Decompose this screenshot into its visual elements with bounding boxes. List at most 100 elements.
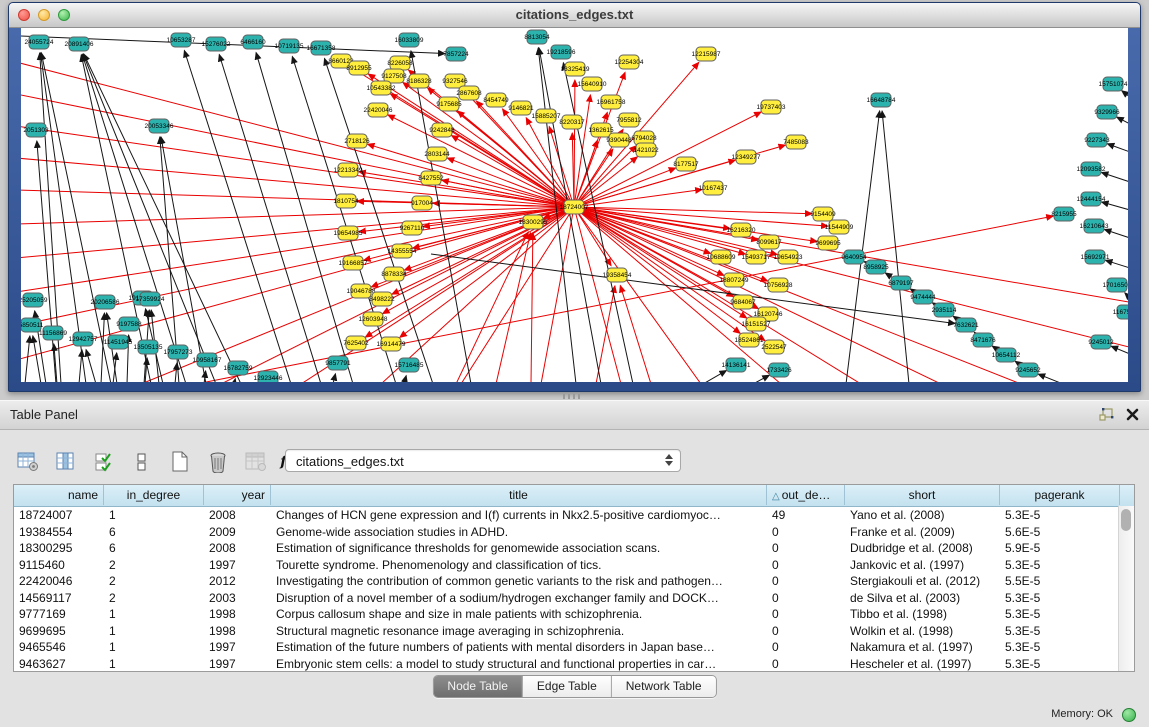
graph-edge[interactable] — [21, 94, 574, 207]
graph-node[interactable]: 19737403 — [757, 100, 786, 114]
column-header-year[interactable]: year — [204, 485, 271, 505]
graph-edge[interactable] — [620, 286, 651, 382]
graph-edge[interactable] — [21, 207, 574, 224]
graph-node[interactable]: 1810754 — [333, 194, 359, 208]
graph-node[interactable]: 1733426 — [766, 363, 792, 377]
graph-node[interactable]: 16210643 — [1080, 219, 1109, 233]
graph-node[interactable]: 25205059 — [21, 293, 48, 307]
network-window-titlebar[interactable]: citations_edges.txt — [9, 3, 1140, 28]
graph-node[interactable]: 19166857 — [339, 256, 368, 270]
graph-node[interactable]: 2051303 — [23, 123, 49, 137]
graph-edge[interactable] — [531, 233, 533, 382]
graph-node[interactable]: 7955812 — [616, 113, 642, 127]
graph-node[interactable]: 12923446 — [254, 371, 283, 382]
graph-node[interactable]: 9699695 — [815, 236, 841, 250]
network-canvas[interactable]: 1872400724055724208914061065328715276022… — [21, 28, 1128, 382]
graph-edge[interactable] — [404, 376, 406, 382]
table-row[interactable]: 1456911722003Disruption of a novel membe… — [14, 590, 1134, 607]
graph-edge[interactable] — [82, 54, 186, 382]
graph-node[interactable]: 8215955 — [1051, 207, 1077, 221]
graph-node[interactable]: 12349277 — [732, 150, 761, 164]
close-panel-icon[interactable] — [1126, 408, 1139, 426]
graph-node[interactable]: 20053346 — [145, 119, 174, 133]
table-row[interactable]: 969969511998Structural magnetic resonanc… — [14, 623, 1134, 640]
table-select-dropdown[interactable]: citations_edges.txt — [285, 449, 681, 472]
graph-edge[interactable] — [846, 111, 880, 382]
graph-edge[interactable] — [1107, 144, 1128, 152]
graph-node[interactable]: 9227343 — [1084, 133, 1110, 147]
graph-edge[interactable] — [86, 350, 96, 382]
graph-node[interactable]: 8177517 — [673, 157, 699, 171]
graph-node[interactable]: 9329966 — [1094, 105, 1120, 119]
graph-edge[interactable] — [572, 133, 574, 207]
graph-node[interactable]: 15885207 — [532, 109, 561, 123]
table-row[interactable]: 1938455462009Genome-wide association stu… — [14, 524, 1134, 541]
graph-node[interactable]: 9390448 — [606, 133, 632, 147]
table-options-icon[interactable] — [16, 450, 40, 474]
graph-edge[interactable] — [574, 168, 676, 207]
graph-node[interactable]: 7625402 — [343, 336, 369, 350]
delete-table-icon[interactable] — [206, 450, 230, 474]
graph-node[interactable]: 13325419 — [561, 62, 590, 76]
graph-edge[interactable] — [1101, 172, 1128, 182]
graph-node[interactable]: 9474444 — [910, 290, 936, 304]
graph-edge[interactable] — [1125, 293, 1128, 298]
graph-node[interactable]: 9146821 — [508, 101, 534, 115]
graph-node[interactable]: 8498222 — [369, 292, 395, 306]
graph-edge[interactable] — [574, 207, 701, 382]
graph-edge[interactable] — [1104, 229, 1128, 238]
table-row[interactable]: 911546021997Tourette syndrome. Phenomeno… — [14, 557, 1134, 574]
column-header-name[interactable]: name — [14, 485, 104, 505]
graph-edge[interactable] — [496, 233, 531, 382]
graph-node[interactable]: 12093582 — [1077, 162, 1106, 176]
row-height-icon[interactable] — [130, 450, 154, 474]
graph-node[interactable]: 8912955 — [346, 61, 372, 75]
graph-node[interactable]: 6879197 — [888, 276, 914, 290]
graph-node[interactable]: 12444154 — [1077, 192, 1106, 206]
graph-node[interactable]: 12254304 — [615, 55, 644, 69]
graph-node[interactable]: 9245012 — [1088, 335, 1114, 349]
table-row[interactable]: 946554611997Estimation of the future num… — [14, 639, 1134, 656]
vertical-scrollbar[interactable] — [1118, 506, 1134, 671]
graph-node[interactable]: 8471676 — [970, 333, 996, 347]
graph-node[interactable]: 7857224 — [443, 47, 469, 61]
table-row[interactable]: 1830029562008Estimation of significance … — [14, 540, 1134, 557]
graph-node[interactable]: 12213349 — [334, 163, 363, 177]
graph-node[interactable]: 7485083 — [783, 135, 809, 149]
graph-node[interactable]: 18524861 — [735, 333, 764, 347]
graph-edge[interactable] — [574, 149, 613, 207]
new-table-icon[interactable] — [168, 450, 192, 474]
graph-node[interactable]: 16033809 — [395, 33, 424, 47]
column-visibility-icon[interactable] — [54, 450, 78, 474]
graph-node[interactable]: 15751074 — [1099, 77, 1128, 91]
float-panel-icon[interactable] — [1099, 408, 1114, 426]
graph-node[interactable]: 11675340 — [1113, 305, 1128, 319]
graph-edge[interactable] — [1038, 374, 1063, 382]
column-header-pagerank[interactable]: pagerank — [1000, 485, 1120, 505]
graph-node[interactable]: 9857791 — [325, 356, 351, 370]
graph-node[interactable]: 15640910 — [578, 77, 607, 91]
graph-edge[interactable] — [219, 55, 321, 382]
graph-edge[interactable] — [574, 207, 711, 253]
column-header-out_degree[interactable]: △out_de… — [767, 485, 845, 505]
graph-node[interactable]: 11544909 — [825, 220, 854, 234]
graph-node[interactable]: 10688609 — [707, 250, 736, 264]
graph-node[interactable]: 9175685 — [436, 97, 462, 111]
graph-node[interactable]: 16914479 — [377, 337, 406, 351]
graph-edge[interactable] — [574, 80, 575, 207]
graph-edge[interactable] — [1102, 202, 1128, 210]
graph-node[interactable]: 9640954 — [841, 250, 867, 264]
table-row[interactable]: 977716911998Corpus callosum shape and si… — [14, 606, 1134, 623]
column-header-in_degree[interactable]: in_degree — [104, 485, 204, 505]
graph-node[interactable]: 12942757 — [69, 332, 98, 346]
graph-node[interactable]: 9267110 — [400, 221, 425, 235]
graph-node[interactable]: 8878334 — [381, 267, 407, 281]
graph-edge[interactable] — [25, 336, 30, 382]
graph-node[interactable]: 2718126 — [344, 134, 370, 148]
graph-node[interactable]: 20206586 — [91, 295, 120, 309]
graph-node[interactable]: 16216320 — [727, 223, 756, 237]
minimize-button[interactable] — [38, 9, 50, 21]
graph-edge[interactable] — [703, 370, 726, 382]
tab-edge-table[interactable]: Edge Table — [522, 676, 611, 697]
graph-node[interactable]: 8958925 — [863, 260, 889, 274]
